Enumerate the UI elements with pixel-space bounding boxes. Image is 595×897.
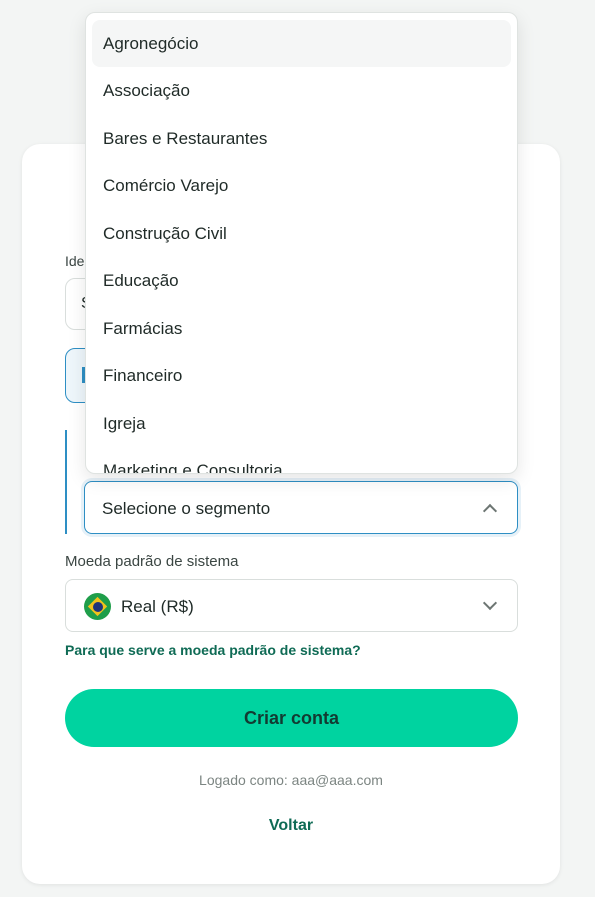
- option-agronegocio[interactable]: Agronegócio: [92, 20, 511, 67]
- segment-select-placeholder: Selecione o segmento: [102, 499, 271, 518]
- option-marketing-e-consultoria[interactable]: Marketing e Consultoria: [92, 447, 511, 473]
- currency-label: Moeda padrão de sistema: [65, 553, 239, 570]
- chevron-up-icon: [482, 503, 498, 519]
- section-indicator-bar: [65, 430, 67, 534]
- option-construcao-civil[interactable]: Construção Civil: [92, 210, 511, 257]
- currency-selected-value: Real (R$): [121, 597, 194, 616]
- partial-field-label: Ide: [65, 253, 85, 269]
- option-igreja[interactable]: Igreja: [92, 400, 511, 447]
- back-link[interactable]: Voltar: [0, 817, 582, 835]
- create-account-button[interactable]: Criar conta: [65, 689, 518, 747]
- currency-help-link[interactable]: Para que serve a moeda padrão de sistema…: [65, 642, 361, 658]
- option-financeiro[interactable]: Financeiro: [92, 352, 511, 399]
- option-bares-e-restaurantes[interactable]: Bares e Restaurantes: [92, 115, 511, 162]
- currency-select[interactable]: Real (R$): [65, 579, 518, 632]
- segment-select[interactable]: Selecione o segmento: [84, 481, 518, 534]
- chevron-down-icon: [482, 595, 498, 611]
- option-farmacias[interactable]: Farmácias: [92, 305, 511, 352]
- option-associacao[interactable]: Associação: [92, 67, 511, 114]
- segment-dropdown-menu: Agronegócio Associação Bares e Restauran…: [85, 12, 518, 474]
- option-comercio-varejo[interactable]: Comércio Varejo: [92, 162, 511, 209]
- brazil-flag-icon: [84, 593, 111, 620]
- option-educacao[interactable]: Educação: [92, 257, 511, 304]
- logged-in-as-text: Logado como: aaa@aaa.com: [199, 772, 383, 788]
